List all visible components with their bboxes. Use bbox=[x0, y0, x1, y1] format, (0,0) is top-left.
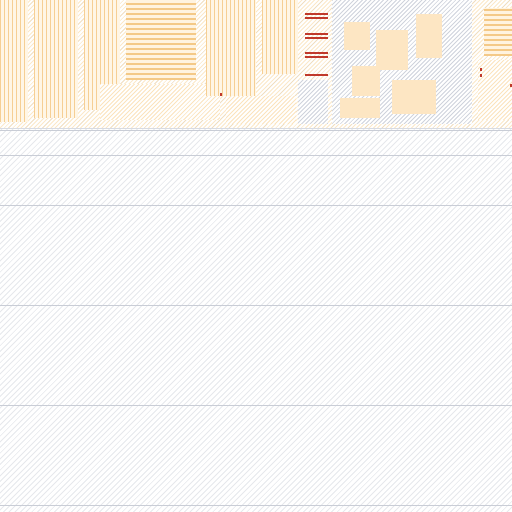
marker-dot bbox=[480, 74, 482, 77]
pattern-block bbox=[376, 30, 408, 70]
pattern-column bbox=[0, 0, 28, 122]
pattern-block bbox=[126, 0, 196, 80]
marker-dot bbox=[220, 93, 222, 96]
pattern-column bbox=[262, 0, 298, 74]
pattern-block bbox=[416, 14, 442, 58]
marker-line bbox=[305, 56, 328, 58]
pattern-block bbox=[226, 96, 296, 124]
divider-line bbox=[0, 205, 512, 206]
pattern-block bbox=[340, 98, 380, 118]
pattern-band bbox=[0, 0, 512, 129]
divider-line bbox=[0, 405, 512, 406]
marker-line bbox=[305, 52, 328, 54]
pattern-block bbox=[478, 60, 512, 120]
pattern-block bbox=[392, 80, 436, 114]
marker-line bbox=[305, 33, 328, 35]
divider-line bbox=[0, 505, 512, 506]
divider-line bbox=[0, 305, 512, 306]
pattern-block bbox=[298, 80, 328, 124]
screen-canvas bbox=[0, 0, 512, 512]
divider-line bbox=[0, 130, 512, 131]
marker-line bbox=[305, 37, 328, 39]
pattern-block bbox=[344, 22, 370, 50]
marker-dot bbox=[480, 68, 482, 71]
pattern-column bbox=[206, 0, 256, 96]
pattern-block bbox=[100, 84, 220, 120]
marker-line bbox=[305, 74, 328, 76]
pattern-column bbox=[34, 0, 78, 118]
marker-line bbox=[305, 13, 328, 15]
marker-line bbox=[305, 17, 328, 19]
divider-line bbox=[0, 155, 512, 156]
pattern-block bbox=[352, 66, 380, 96]
pattern-block bbox=[484, 8, 512, 56]
